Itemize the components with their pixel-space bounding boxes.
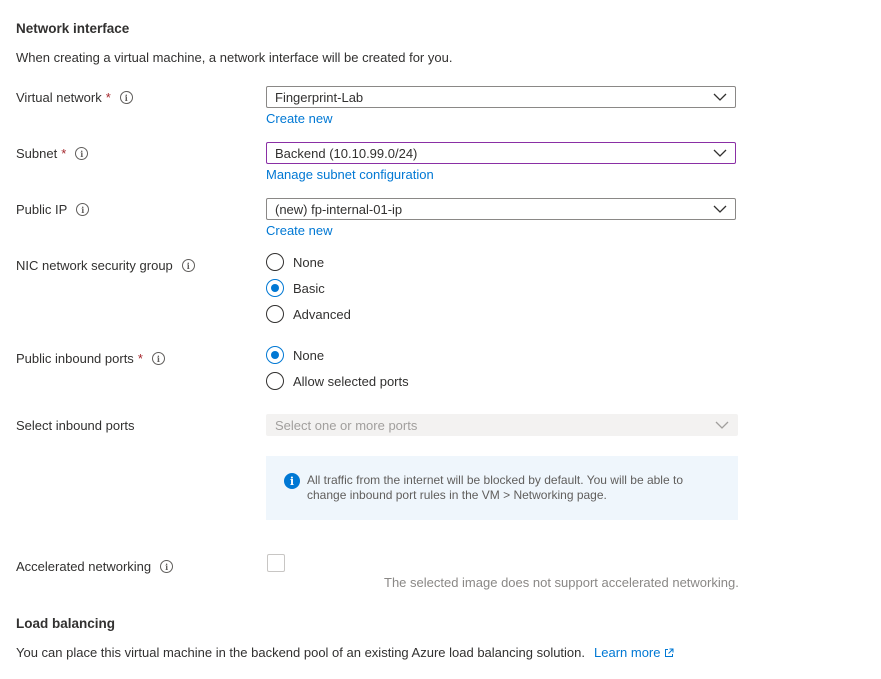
nsg-radio-advanced-label: Advanced [293,306,351,322]
create-new-vnet-link[interactable]: Create new [266,111,332,126]
virtual-network-label-text: Virtual network [16,90,102,105]
info-message-text: All traffic from the internet will be bl… [307,473,683,502]
accelerated-networking-checkbox[interactable] [267,554,285,572]
info-icon[interactable]: i [75,147,89,160]
chevron-down-icon [713,205,727,213]
section-heading-network-interface: Network interface [16,21,130,36]
virtual-network-dropdown[interactable]: Fingerprint-Lab [266,86,736,108]
nsg-radio-basic-label: Basic [293,280,325,296]
accelerated-networking-note: The selected image does not support acce… [384,575,739,590]
nic-nsg-label: NIC network security group i [16,258,195,273]
public-ip-label-text: Public IP [16,202,68,217]
virtual-network-label: Virtual network * i [16,90,133,105]
select-inbound-ports-placeholder: Select one or more ports [275,417,418,433]
accelerated-networking-label-text: Accelerated networking [16,559,152,574]
info-icon[interactable]: i [119,91,133,104]
chevron-down-icon [713,93,727,101]
create-new-public-ip-link[interactable]: Create new [266,223,332,238]
subnet-label-text: Subnet [16,146,58,161]
nsg-radio-none-label: None [293,254,325,270]
select-inbound-ports-label: Select inbound ports [16,418,135,433]
radio-circle-selected[interactable] [266,346,284,364]
select-inbound-ports-dropdown[interactable]: Select one or more ports [266,414,738,436]
info-message-box: i All traffic from the internet will be … [266,456,738,520]
subnet-label: Subnet * i [16,146,89,161]
load-balancing-description: You can place this virtual machine in th… [16,645,586,660]
inbound-radio-none[interactable]: None [266,346,324,364]
public-ip-label: Public IP i [16,202,90,217]
accelerated-networking-label: Accelerated networking i [16,559,174,574]
chevron-down-icon [715,421,729,429]
info-icon[interactable]: i [151,352,165,365]
info-icon: i [284,473,300,489]
subnet-value: Backend (10.10.99.0/24) [275,145,418,161]
required-asterisk: * [105,90,111,105]
inbound-radio-none-label: None [293,347,325,363]
subnet-dropdown[interactable]: Backend (10.10.99.0/24) [266,142,736,164]
external-link-icon [664,648,673,657]
info-icon[interactable]: i [76,203,90,216]
public-inbound-ports-label: Public inbound ports * i [16,351,165,366]
public-inbound-ports-label-text: Public inbound ports [16,351,134,366]
section-heading-load-balancing: Load balancing [16,616,116,631]
radio-circle[interactable] [266,305,284,323]
radio-circle-selected[interactable] [266,279,284,297]
learn-more-link[interactable]: Learn more [594,645,673,660]
virtual-network-value: Fingerprint-Lab [275,89,364,105]
nsg-radio-none[interactable]: None [266,253,324,271]
nsg-radio-basic[interactable]: Basic [266,279,325,297]
required-asterisk: * [137,351,143,366]
nic-nsg-label-text: NIC network security group [16,258,173,273]
public-ip-dropdown[interactable]: (new) fp-internal-01-ip [266,198,736,220]
radio-circle[interactable] [266,253,284,271]
manage-subnet-link[interactable]: Manage subnet configuration [266,167,434,182]
inbound-radio-allow-selected-label: Allow selected ports [293,373,409,389]
inbound-radio-allow-selected[interactable]: Allow selected ports [266,372,409,390]
nsg-radio-advanced[interactable]: Advanced [266,305,351,323]
info-icon[interactable]: i [160,560,174,573]
chevron-down-icon [713,149,727,157]
required-asterisk: * [61,146,67,161]
network-interface-description: When creating a virtual machine, a netwo… [16,50,453,65]
public-ip-value: (new) fp-internal-01-ip [275,201,403,217]
info-icon[interactable]: i [181,259,195,272]
radio-circle[interactable] [266,372,284,390]
load-balancing-description-row: You can place this virtual machine in th… [16,645,674,660]
learn-more-link-text: Learn more [594,645,661,660]
